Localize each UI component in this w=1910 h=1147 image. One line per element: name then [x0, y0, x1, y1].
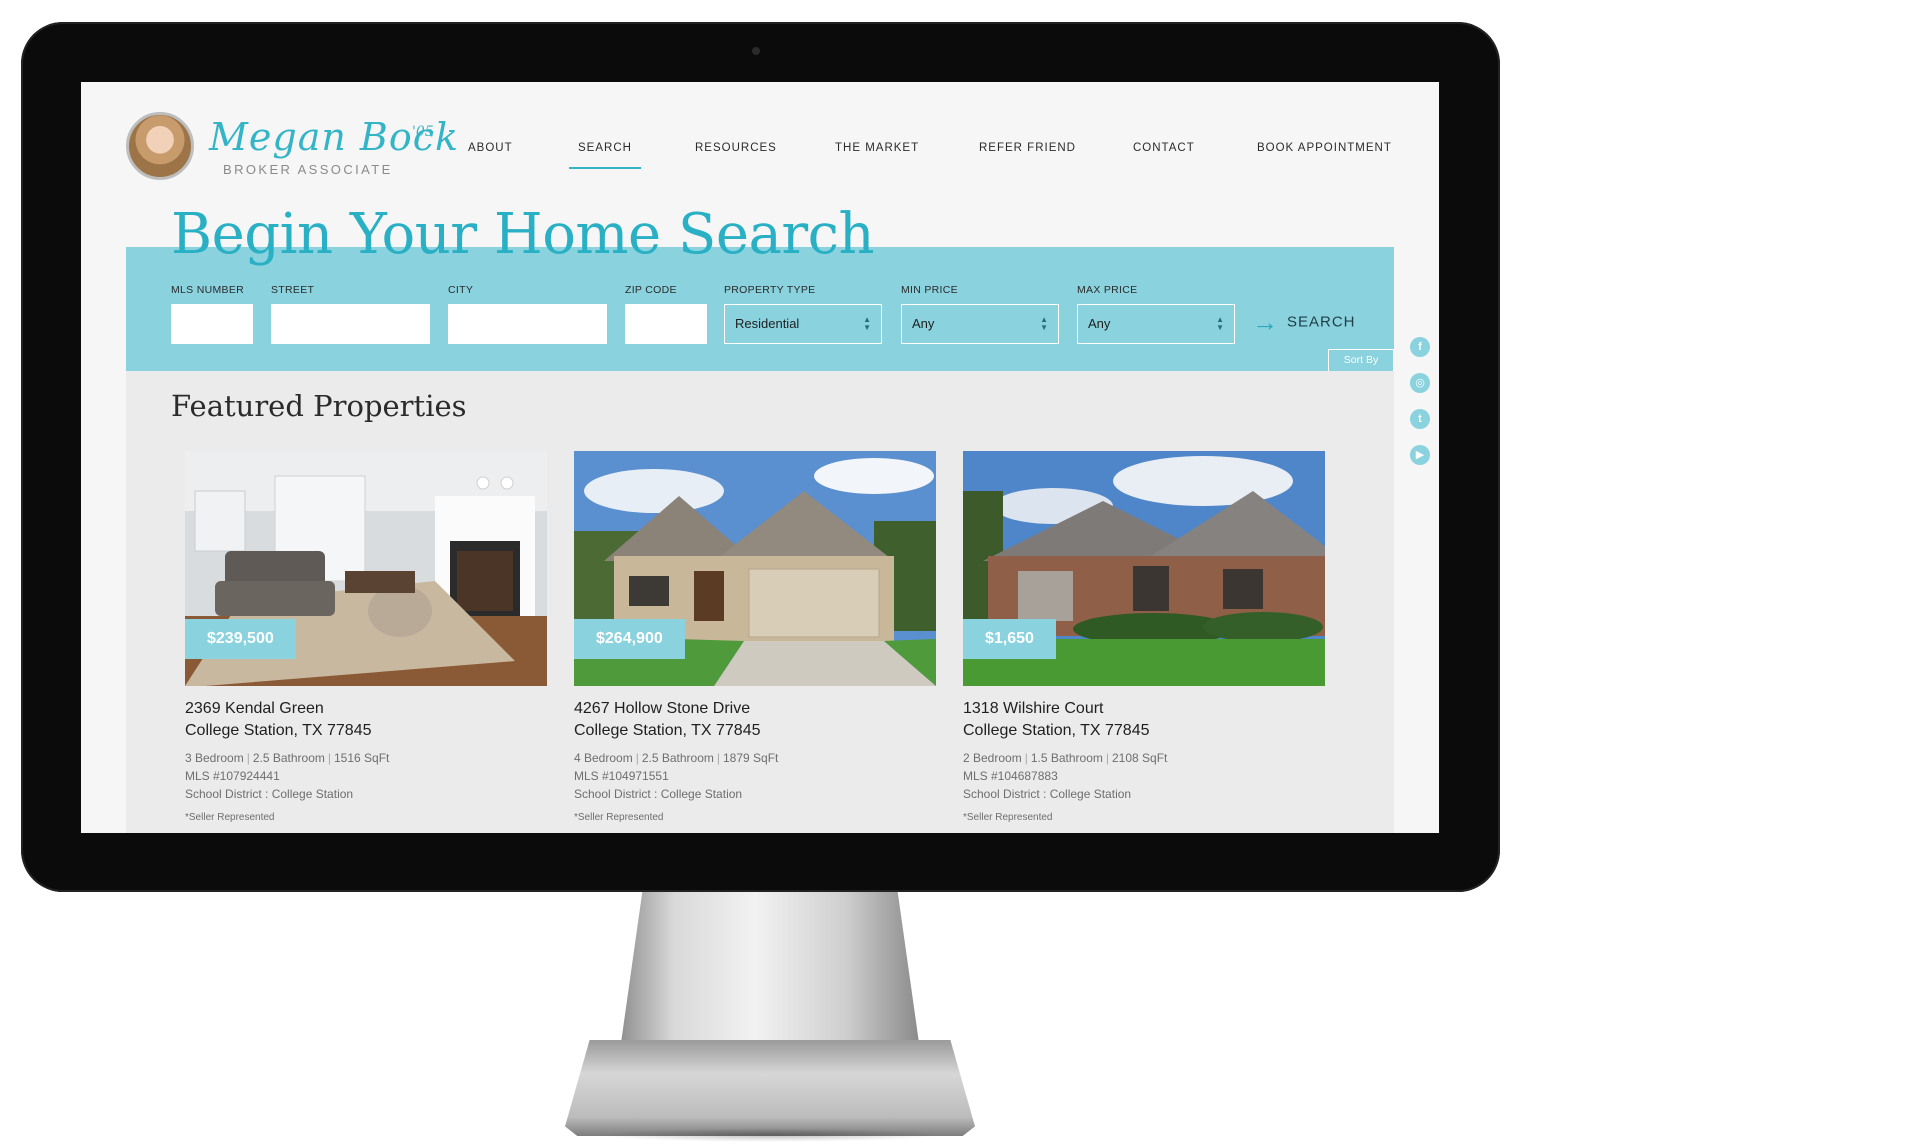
bathrooms: 1.5 Bathroom	[1030, 751, 1103, 765]
website-screen: Megan Bock '05 BROKER ASSOCIATE ABOUT SE…	[81, 82, 1439, 833]
twitter-icon[interactable]: t	[1410, 409, 1430, 429]
divider: |	[1024, 751, 1028, 765]
nav-the-market[interactable]: THE MARKET	[835, 142, 919, 154]
property-type-label: PROPERTY TYPE	[724, 284, 816, 296]
search-button-label: SEARCH	[1287, 313, 1356, 331]
property-city-line: College Station, TX 77845	[185, 722, 372, 739]
monitor-stand-base	[565, 1040, 975, 1136]
sort-by-button[interactable]: Sort By	[1328, 349, 1394, 371]
property-specs: 4 Bedroom | 2.5 Bathroom | 1879 SqFt	[574, 749, 936, 767]
property-type-select[interactable]: Residential ▲ ▼	[724, 304, 882, 344]
site-header: Megan Bock '05 BROKER ASSOCIATE ABOUT SE…	[81, 82, 1439, 222]
property-specs: 2 Bedroom | 1.5 Bathroom | 2108 SqFt	[963, 749, 1325, 767]
square-feet: 2108 SqFt	[1112, 751, 1168, 765]
property-card[interactable]: $264,900 4267 Hollow Stone Drive College…	[574, 451, 936, 823]
representation-note: *Seller Represented	[574, 812, 664, 823]
nav-search[interactable]: SEARCH	[569, 142, 641, 169]
representation-note: *Seller Represented	[963, 812, 1053, 823]
min-price-label: MIN PRICE	[901, 284, 958, 296]
logo-year: '05	[412, 124, 434, 140]
arrow-right-icon: →	[1252, 307, 1279, 337]
property-city-line: College Station, TX 77845	[574, 722, 761, 739]
divider: |	[716, 751, 720, 765]
bedrooms: 3 Bedroom	[185, 751, 244, 765]
city-input[interactable]	[448, 304, 607, 344]
school-district: School District : College Station	[963, 787, 1132, 801]
select-arrows-icon: ▲ ▼	[863, 315, 871, 332]
price-tag: $1,650	[963, 619, 1056, 659]
monitor-stand-neck	[620, 880, 920, 1050]
square-feet: 1516 SqFt	[334, 751, 390, 765]
property-card[interactable]: $239,500 2369 Kendal Green College Stati…	[185, 451, 547, 823]
property-address[interactable]: 2369 Kendal Green	[185, 700, 547, 718]
school-district: School District : College Station	[574, 787, 743, 801]
main-nav: ABOUT SEARCH RESOURCES THE MARKET REFER …	[81, 142, 1439, 172]
facebook-icon[interactable]: f	[1410, 337, 1430, 357]
price-tag: $239,500	[185, 619, 296, 659]
property-photo[interactable]: $264,900	[574, 451, 936, 686]
monitor-stand-shadow	[600, 1128, 940, 1142]
mls-number-label: MLS NUMBER	[171, 284, 245, 296]
property-photo[interactable]: $1,650	[963, 451, 1325, 686]
property-details: 4 Bedroom | 2.5 Bathroom | 1879 SqFt MLS #10…	[574, 749, 936, 803]
property-type-value: Residential	[735, 316, 800, 331]
camera-dot	[752, 47, 760, 55]
zip-code-input[interactable]	[625, 304, 707, 344]
street-label: STREET	[271, 284, 315, 296]
nav-about[interactable]: ABOUT	[468, 142, 513, 154]
max-price-select[interactable]: Any ▲ ▼	[1077, 304, 1235, 344]
price-tag: $264,900	[574, 619, 685, 659]
bedrooms: 2 Bedroom	[963, 751, 1022, 765]
city-label: CITY	[448, 284, 474, 296]
social-links: f ◎ t ▶	[1410, 337, 1432, 481]
mls-number: MLS #104971551	[574, 769, 669, 783]
instagram-icon[interactable]: ◎	[1410, 373, 1430, 393]
nav-refer-friend[interactable]: REFER FRIEND	[979, 142, 1076, 154]
divider: |	[1105, 751, 1109, 765]
mls-number: MLS #104687883	[963, 769, 1058, 783]
bathrooms: 2.5 Bathroom	[252, 751, 325, 765]
featured-title: Featured Properties	[171, 389, 467, 423]
min-price-select[interactable]: Any ▲ ▼	[901, 304, 1059, 344]
property-photo[interactable]: $239,500	[185, 451, 547, 686]
select-arrows-icon: ▲ ▼	[1040, 315, 1048, 332]
youtube-icon[interactable]: ▶	[1410, 445, 1430, 465]
property-specs: 3 Bedroom | 2.5 Bathroom | 1516 SqFt	[185, 749, 547, 767]
property-city-line: College Station, TX 77845	[963, 722, 1150, 739]
street-input[interactable]	[271, 304, 430, 344]
divider: |	[246, 751, 250, 765]
featured-section: Featured Properties $239,500 2369 Kendal…	[126, 371, 1394, 833]
mls-number: MLS #107924441	[185, 769, 280, 783]
representation-note: *Seller Represented	[185, 812, 275, 823]
mls-number-input[interactable]	[171, 304, 253, 344]
divider: |	[635, 751, 639, 765]
nav-resources[interactable]: RESOURCES	[695, 142, 777, 154]
property-details: 2 Bedroom | 1.5 Bathroom | 2108 SqFt MLS #10…	[963, 749, 1325, 803]
bathrooms: 2.5 Bathroom	[641, 751, 714, 765]
property-card[interactable]: $1,650 1318 Wilshire Court College Stati…	[963, 451, 1325, 823]
min-price-value: Any	[912, 316, 935, 331]
select-arrows-icon: ▲ ▼	[1216, 315, 1224, 332]
max-price-value: Any	[1088, 316, 1111, 331]
school-district: School District : College Station	[185, 787, 354, 801]
search-button[interactable]: → SEARCH	[1252, 307, 1356, 337]
bedrooms: 4 Bedroom	[574, 751, 633, 765]
hero-title: Begin Your Home Search	[171, 202, 875, 267]
square-feet: 1879 SqFt	[723, 751, 779, 765]
nav-book-appointment[interactable]: BOOK APPOINTMENT	[1257, 142, 1392, 154]
max-price-label: MAX PRICE	[1077, 284, 1138, 296]
property-address[interactable]: 1318 Wilshire Court	[963, 700, 1325, 718]
divider: |	[327, 751, 331, 765]
property-details: 3 Bedroom | 2.5 Bathroom | 1516 SqFt MLS #10…	[185, 749, 547, 803]
nav-contact[interactable]: CONTACT	[1133, 142, 1195, 154]
zip-code-label: ZIP CODE	[625, 284, 677, 296]
property-address[interactable]: 4267 Hollow Stone Drive	[574, 700, 936, 718]
